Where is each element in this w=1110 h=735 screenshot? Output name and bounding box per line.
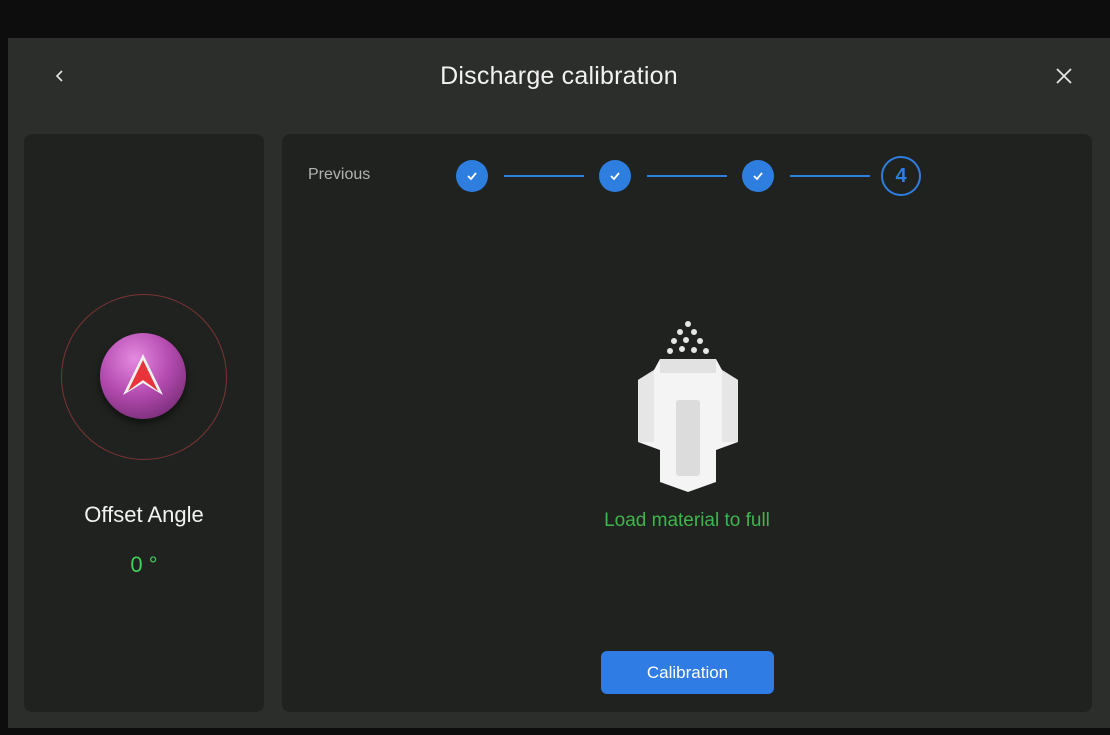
page-title: Discharge calibration: [440, 62, 678, 90]
calibration-panel: Previous 4 Load material to full Calibra…: [282, 134, 1092, 712]
step-connector: [647, 175, 727, 177]
step-2-done: [599, 160, 631, 192]
calibration-button[interactable]: Calibration: [601, 651, 774, 694]
check-icon: [467, 172, 477, 181]
step-connector: [790, 175, 870, 177]
close-icon: [1056, 68, 1072, 84]
step-1-done: [456, 160, 488, 192]
offset-angle-label: Offset Angle: [84, 502, 204, 527]
app-screen: Discharge calibration Offset Angle 0 ° P…: [8, 38, 1110, 728]
offset-angle-value: 0 °: [130, 552, 158, 577]
check-icon: [753, 172, 763, 181]
instruction-text: Load material to full: [604, 510, 770, 531]
close-button[interactable]: [1050, 62, 1078, 90]
compass-indicator: [100, 333, 186, 419]
step-3-done: [742, 160, 774, 192]
hopper-icon: [638, 321, 738, 492]
check-icon: [610, 172, 620, 181]
header-bar: Discharge calibration: [8, 38, 1110, 120]
offset-panel: Offset Angle 0 °: [24, 134, 264, 712]
compass-arrow-icon: [123, 354, 163, 395]
previous-button[interactable]: Previous: [308, 166, 370, 184]
step-4-current: 4: [881, 156, 921, 196]
step-connector: [504, 175, 584, 177]
